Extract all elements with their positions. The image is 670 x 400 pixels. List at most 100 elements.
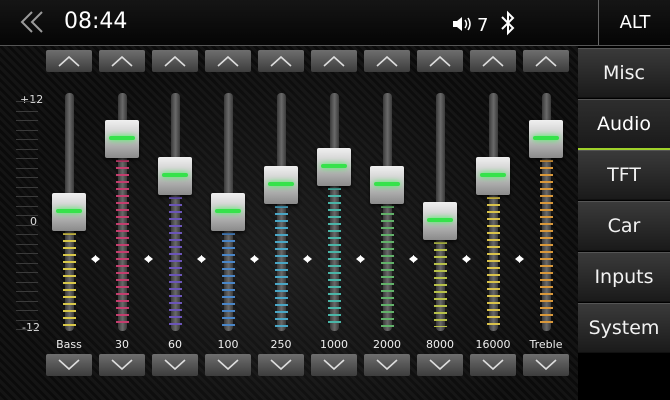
triangle-up-icon (164, 55, 186, 67)
band-decrease-button[interactable] (258, 354, 304, 376)
band-slider-knob[interactable] (529, 120, 563, 159)
axis-tick (16, 120, 38, 121)
axis-tick (16, 243, 38, 245)
axis-tick (16, 158, 38, 159)
band-slider-knob[interactable] (52, 193, 86, 231)
triangle-up-icon (429, 55, 451, 67)
band-decrease-button[interactable] (417, 354, 463, 376)
band-increase-button[interactable] (523, 50, 569, 72)
band-increase-button[interactable] (99, 50, 145, 72)
speaker-icon (453, 17, 471, 31)
triangle-up-icon (217, 55, 239, 67)
band-slider-knob[interactable] (370, 165, 404, 204)
eq-band: 30 (95, 46, 149, 400)
band-slider-knob[interactable] (317, 147, 351, 186)
band-increase-button[interactable] (417, 50, 463, 72)
menu-item-tft[interactable]: TFT (578, 150, 670, 200)
axis-tick (16, 262, 38, 264)
eq-band: 2000 (360, 46, 414, 400)
triangle-down-icon (376, 359, 398, 371)
menu-item-label: Misc (602, 62, 646, 84)
zero-marker (95, 255, 100, 263)
menu-item-system[interactable]: System (578, 303, 670, 353)
triangle-down-icon (535, 359, 557, 371)
alt-button[interactable]: ALT (598, 0, 670, 45)
zero-marker (360, 255, 365, 263)
axis-tick (16, 177, 38, 178)
band-decrease-button[interactable] (364, 354, 410, 376)
axis-tick (16, 205, 38, 207)
band-decrease-button[interactable] (470, 354, 516, 376)
triangle-down-icon (429, 359, 451, 371)
back-icon[interactable] (18, 9, 48, 35)
band-decrease-button[interactable] (311, 354, 357, 376)
band-increase-button[interactable] (46, 50, 92, 72)
band-increase-button[interactable] (152, 50, 198, 72)
zero-marker (519, 255, 524, 263)
band-decrease-button[interactable] (46, 354, 92, 376)
eq-band: 8000 (413, 46, 467, 400)
eq-band: 250 (254, 46, 308, 400)
band-level-fill (328, 166, 341, 327)
band-label: 16000 (475, 338, 511, 351)
axis-tick (16, 196, 38, 197)
band-label: 30 (115, 338, 129, 351)
triangle-down-icon (58, 359, 80, 371)
triangle-up-icon (323, 55, 345, 67)
axis-tick (16, 110, 38, 112)
band-decrease-button[interactable] (523, 354, 569, 376)
band-level-fill (381, 184, 394, 327)
band-label: 2000 (373, 338, 401, 351)
band-decrease-button[interactable] (152, 354, 198, 376)
band-level-fill (275, 184, 288, 327)
menu-item-audio[interactable]: Audio (578, 99, 670, 150)
triangle-down-icon (217, 359, 239, 371)
band-slider-knob[interactable] (423, 202, 457, 241)
band-label: Bass (56, 338, 82, 351)
band-slider-knob[interactable] (211, 193, 245, 231)
menu-item-misc[interactable]: Misc (578, 48, 670, 98)
eq-band: Treble (519, 46, 569, 400)
eq-band: 1000 (307, 46, 361, 400)
menu-item-label: Audio (596, 113, 651, 135)
band-slider-knob[interactable] (158, 156, 192, 195)
band-slider-knob[interactable] (476, 156, 510, 195)
axis-tick (16, 139, 38, 140)
band-level-fill (169, 175, 182, 327)
triangle-down-icon (323, 359, 345, 371)
band-decrease-button[interactable] (205, 354, 251, 376)
bluetooth-icon (501, 10, 515, 36)
axis-tick (16, 148, 38, 150)
menu-item-car[interactable]: Car (578, 201, 670, 251)
settings-menu: Misc Audio TFT Car Inputs System (578, 46, 670, 400)
axis-tick (16, 291, 38, 292)
band-decrease-button[interactable] (99, 354, 145, 376)
triangle-up-icon (535, 55, 557, 67)
zero-marker (413, 255, 418, 263)
band-label: Treble (529, 338, 563, 351)
triangle-down-icon (270, 359, 292, 371)
band-increase-button[interactable] (205, 50, 251, 72)
band-slider-knob[interactable] (105, 120, 139, 159)
axis-tick (16, 281, 38, 283)
band-increase-button[interactable] (470, 50, 516, 72)
band-increase-button[interactable] (311, 50, 357, 72)
menu-item-label: TFT (607, 164, 641, 186)
band-increase-button[interactable] (258, 50, 304, 72)
axis-tick (16, 300, 38, 302)
zero-marker (254, 255, 259, 263)
triangle-down-icon (111, 359, 133, 371)
triangle-down-icon (164, 359, 186, 371)
band-level-fill (487, 175, 500, 327)
band-increase-button[interactable] (364, 50, 410, 72)
band-label: 250 (270, 338, 292, 351)
triangle-up-icon (376, 55, 398, 67)
volume-level: 7 (477, 15, 489, 36)
menu-item-inputs[interactable]: Inputs (578, 252, 670, 302)
triangle-up-icon (58, 55, 80, 67)
zero-marker (466, 255, 471, 263)
axis-ticks (16, 101, 38, 330)
eq-band: 16000 (466, 46, 520, 400)
axis-tick (16, 272, 38, 273)
band-slider-knob[interactable] (264, 165, 298, 204)
